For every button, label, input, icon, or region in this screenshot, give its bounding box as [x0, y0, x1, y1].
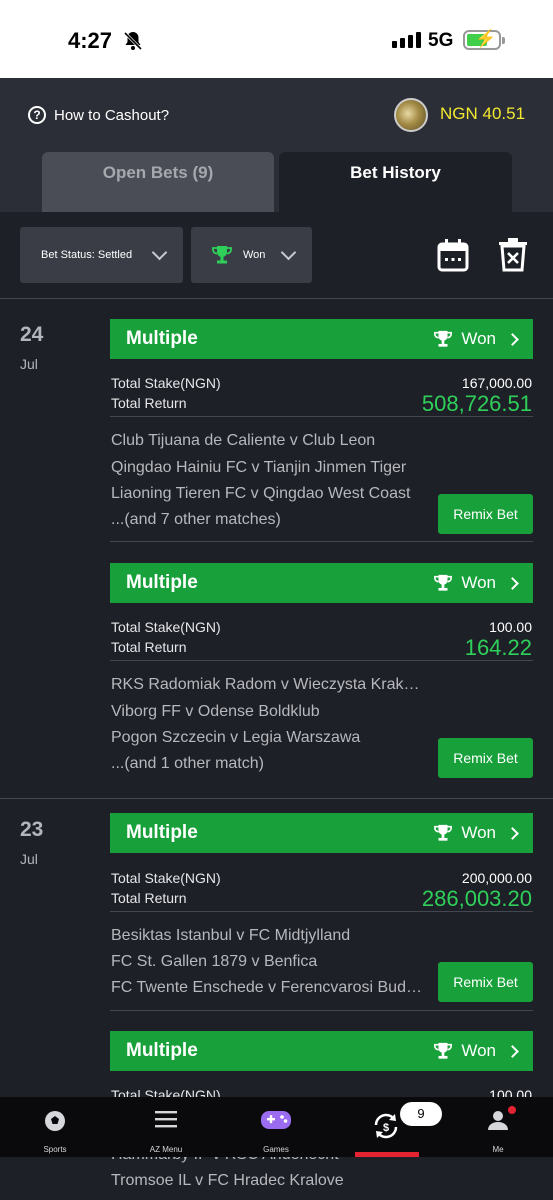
divider — [110, 541, 533, 542]
chevron-right-icon — [506, 332, 519, 346]
trophy-icon — [434, 1042, 453, 1059]
day-divider — [0, 298, 553, 299]
chevron-down-icon — [281, 244, 297, 260]
svg-text:$: $ — [383, 1122, 389, 1134]
nav-games[interactable]: Games — [240, 1097, 312, 1157]
total-stake-value: 167,000.00 — [461, 375, 532, 391]
total-return-value: 508,726.51 — [421, 391, 532, 416]
divider — [110, 660, 533, 661]
bet-card-header[interactable]: Multiple Won — [110, 813, 533, 853]
match-item: Liaoning Tieren FC v Qingdao West Coast — [111, 485, 411, 502]
calendar-icon[interactable] — [437, 238, 469, 272]
match-more: ...(and 1 other match) — [111, 755, 264, 772]
total-stake-label: Total Stake(NGN) — [111, 870, 221, 886]
total-return-value: 164.22 — [464, 635, 532, 660]
trophy-icon — [212, 246, 232, 264]
total-stake-value: 100.00 — [489, 619, 532, 635]
date-day: 24 — [20, 323, 44, 346]
remix-bet-button[interactable]: Remix Bet — [438, 738, 533, 778]
soccer-ball-icon — [45, 1111, 65, 1131]
status-time: 4:27 — [68, 28, 113, 53]
notification-dot — [508, 1106, 516, 1114]
network-type: 5G — [428, 30, 454, 51]
match-item: FC Twente Enschede v Ferencvarosi Budape… — [111, 979, 423, 996]
total-return-label: Total Return — [111, 395, 187, 411]
match-item: RKS Radomiak Radom v Wieczysta Krakow — [111, 676, 423, 693]
bet-type: Multiple — [126, 572, 198, 593]
bet-result: Won — [433, 823, 496, 843]
total-stake-label: Total Stake(NGN) — [111, 375, 221, 391]
remix-bet-button[interactable]: Remix Bet — [438, 962, 533, 1002]
chevron-down-icon — [151, 244, 168, 260]
bet-result: Won — [433, 1041, 496, 1061]
trophy-icon — [434, 824, 453, 841]
trophy-icon — [434, 574, 453, 591]
tab-bet-history[interactable]: Bet History — [279, 152, 512, 212]
match-item: Qingdao Hainiu FC v Tianjin Jinmen Tiger — [111, 459, 407, 476]
divider — [110, 911, 533, 912]
total-stake-value: 200,000.00 — [461, 870, 532, 886]
bet-type: Multiple — [126, 1040, 198, 1061]
chevron-right-icon — [506, 826, 519, 840]
nav-me[interactable]: Me — [462, 1097, 534, 1157]
match-item: Besiktas Istanbul v FC Midtjylland — [111, 927, 351, 944]
total-stake-label: Total Stake(NGN) — [111, 619, 221, 635]
cashout-label: How to Cashout? — [54, 106, 170, 124]
date-day: 23 — [20, 818, 44, 841]
trash-icon[interactable] — [498, 238, 528, 272]
user-icon — [488, 1111, 508, 1130]
bet-card-header[interactable]: Multiple Won — [110, 563, 533, 603]
total-return-label: Total Return — [111, 639, 187, 655]
chevron-right-icon — [506, 1044, 519, 1058]
bet-result: Won — [433, 329, 496, 349]
bet-result: Won — [433, 573, 496, 593]
question-icon: ? — [28, 106, 46, 124]
bet-card-header[interactable]: Multiple Won — [110, 319, 533, 359]
bet-type: Multiple — [126, 328, 198, 349]
result-filter[interactable]: Won — [191, 227, 312, 283]
chevron-right-icon — [506, 576, 519, 590]
nav-sports[interactable]: Sports — [20, 1097, 90, 1157]
bottom-nav: Sports AZ Menu Games $ Me — [0, 1097, 553, 1157]
nav-az-menu[interactable]: AZ Menu — [130, 1097, 202, 1157]
bell-muted-icon — [123, 31, 143, 51]
remix-bet-button[interactable]: Remix Bet — [438, 494, 533, 534]
tab-open-bets[interactable]: Open Bets (9) — [42, 152, 274, 212]
gamepad-icon — [261, 1111, 291, 1129]
match-item: FC St. Gallen 1879 v Benfica — [111, 953, 318, 970]
match-more: ...(and 7 other matches) — [111, 511, 281, 528]
signal-icon — [392, 32, 421, 48]
how-to-cashout-link[interactable]: ? How to Cashout? — [28, 106, 169, 124]
divider — [110, 416, 533, 417]
status-bar: 4:27 5G ⚡ — [0, 0, 553, 78]
date-month: Jul — [20, 356, 38, 372]
result-filter-label: Won — [243, 249, 266, 261]
match-item: Pogon Szczecin v Legia Warszawa — [111, 729, 361, 746]
cashout-icon: $ — [374, 1113, 398, 1139]
trophy-icon — [434, 330, 453, 347]
match-item: Tromsoe IL v FC Hradec Kralove — [111, 1172, 344, 1189]
account-balance: NGN 40.51 — [440, 104, 526, 123]
open-bets-badge: 9 — [400, 1102, 442, 1126]
active-tab-indicator — [355, 1152, 419, 1157]
menu-icon — [155, 1111, 177, 1128]
bet-type: Multiple — [126, 822, 198, 843]
day-divider — [0, 798, 553, 799]
divider — [110, 1010, 533, 1011]
match-item: Club Tijuana de Caliente v Club Leon — [111, 432, 376, 449]
total-return-value: 286,003.20 — [421, 886, 532, 911]
total-return-label: Total Return — [111, 890, 187, 906]
battery-icon: ⚡ — [463, 29, 505, 50]
bet-status-filter[interactable]: Bet Status: Settled — [20, 227, 183, 283]
bet-status-label: Bet Status: Settled — [41, 249, 133, 261]
date-month: Jul — [20, 851, 38, 867]
bet-card-header[interactable]: Multiple Won — [110, 1031, 533, 1071]
avatar[interactable] — [394, 98, 428, 132]
match-item: Viborg FF v Odense Boldklub — [111, 703, 320, 720]
